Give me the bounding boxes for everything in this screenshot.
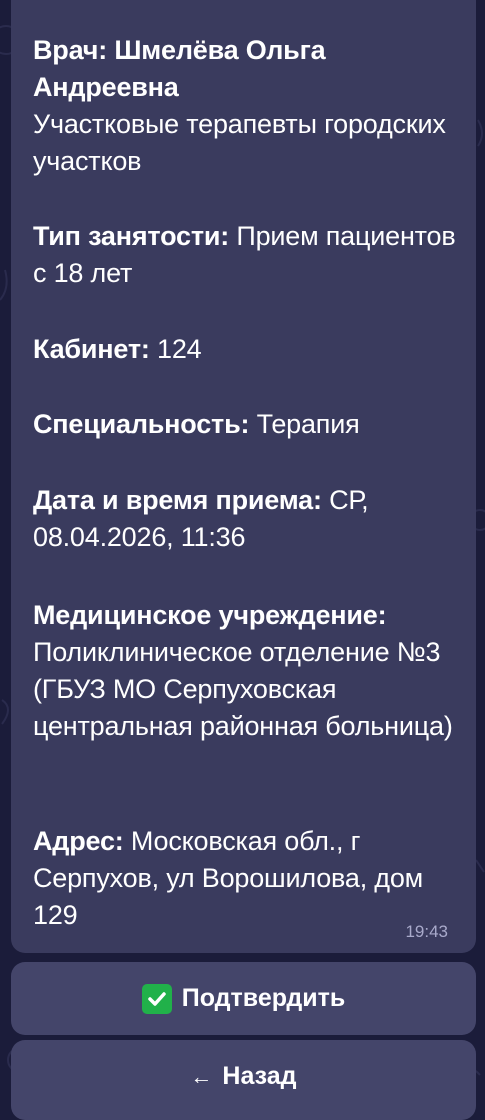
- message-time: 19:43: [405, 922, 448, 941]
- room-label: Кабинет:: [33, 334, 150, 364]
- employment-field: Тип занятости: Прием пациентов с 18 лет: [33, 218, 473, 292]
- facility-field: Медицинское учреждение: Поликлиническое …: [33, 597, 473, 745]
- datetime-label: Дата и время приема:: [33, 485, 322, 515]
- back-button[interactable]: ← Назад: [11, 1040, 476, 1120]
- doctor-department: Участковые терапевты городских участков: [33, 109, 446, 176]
- message-bubble: Врач: Шмелёва Ольга Андреевна Участковые…: [11, 0, 476, 953]
- employment-label: Тип занятости:: [33, 221, 230, 251]
- room-value: 124: [157, 334, 202, 364]
- confirm-button-label: Подтвердить: [181, 984, 346, 1012]
- doctor-field: Врач: Шмелёва Ольга Андреевна Участковые…: [33, 32, 473, 180]
- facility-value: Поликлиническое отделение №3 (ГБУЗ МО Се…: [33, 637, 453, 741]
- room-field: Кабинет: 124: [33, 331, 473, 368]
- datetime-field: Дата и время приема: СР, 08.04.2026, 11:…: [33, 482, 473, 556]
- address-field: Адрес: Московская обл., г Серпухов, ул В…: [33, 823, 473, 934]
- back-button-label: Назад: [222, 1062, 297, 1090]
- specialty-field: Специальность: Терапия: [33, 406, 473, 443]
- confirm-button[interactable]: Подтвердить: [11, 962, 476, 1035]
- specialty-label: Специальность:: [33, 409, 250, 439]
- facility-label: Медицинское учреждение:: [33, 600, 387, 630]
- address-label: Адрес:: [33, 826, 124, 856]
- left-arrow-icon: ←: [190, 1063, 213, 1089]
- doctor-label: Врач:: [33, 35, 108, 65]
- check-mark-icon: [141, 983, 172, 1014]
- specialty-value: Терапия: [256, 409, 360, 439]
